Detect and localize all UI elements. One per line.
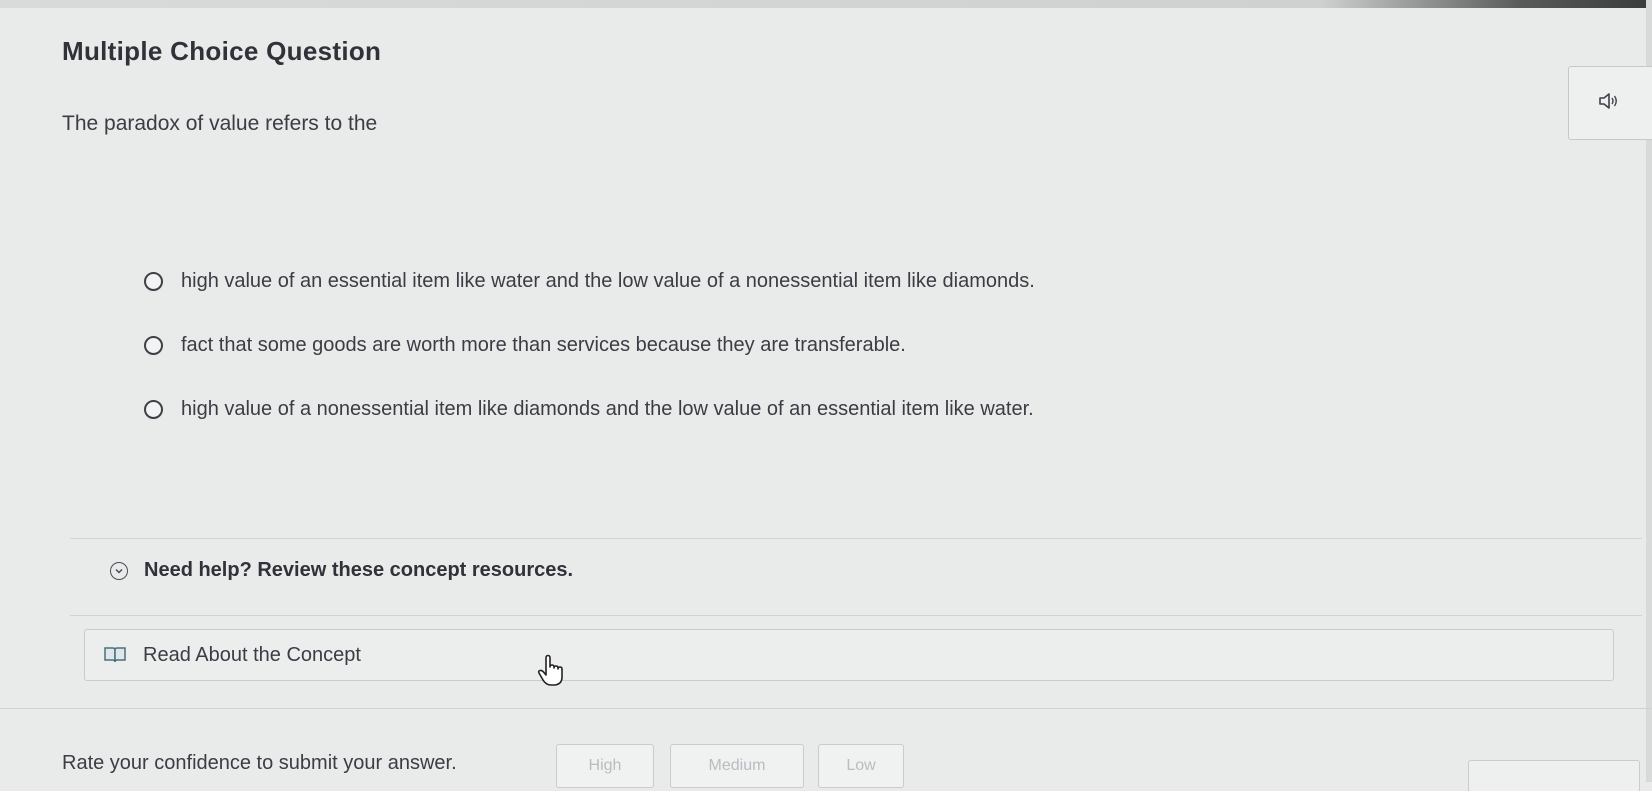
book-icon [103, 646, 127, 664]
confidence-low-button[interactable]: Low [818, 744, 904, 788]
confidence-medium-button[interactable]: Medium [670, 744, 804, 788]
radio-button[interactable] [144, 399, 163, 419]
question-prompt: The paradox of value refers to the [62, 112, 378, 135]
answer-option-label: high value of a nonessential item like d… [181, 397, 1034, 420]
answer-option-3[interactable]: high value of a nonessential item like d… [144, 394, 1035, 424]
confidence-prompt: Rate your confidence to submit your answ… [62, 752, 457, 774]
read-about-concept-label: Read About the Concept [143, 643, 361, 666]
confidence-high-button[interactable]: High [556, 744, 654, 788]
radio-button[interactable] [144, 271, 163, 291]
radio-button[interactable] [144, 335, 163, 355]
speaker-icon [1599, 92, 1620, 115]
concept-resources-header: Need help? Review these concept resource… [144, 559, 574, 581]
read-aloud-button[interactable] [1568, 66, 1652, 140]
concept-resources-panel: Need help? Review these concept resource… [70, 538, 1642, 697]
divider [70, 615, 1642, 616]
question-title: Multiple Choice Question [62, 36, 382, 66]
answer-options: high value of an essential item like wat… [144, 266, 1035, 458]
answer-option-2[interactable]: fact that some goods are worth more than… [144, 330, 1035, 360]
answer-option-label: high value of an essential item like wat… [181, 269, 1035, 292]
divider [0, 708, 1652, 709]
read-about-concept-link[interactable]: Read About the Concept [84, 629, 1614, 681]
browser-top-strip [0, 0, 1652, 8]
next-button[interactable] [1468, 760, 1640, 791]
answer-option-1[interactable]: high value of an essential item like wat… [144, 266, 1035, 296]
chevron-down-icon [110, 561, 128, 580]
concept-resources-toggle[interactable]: Need help? Review these concept resource… [110, 559, 573, 582]
answer-option-label: fact that some goods are worth more than… [181, 333, 906, 356]
hand-pointer-icon [537, 654, 567, 693]
